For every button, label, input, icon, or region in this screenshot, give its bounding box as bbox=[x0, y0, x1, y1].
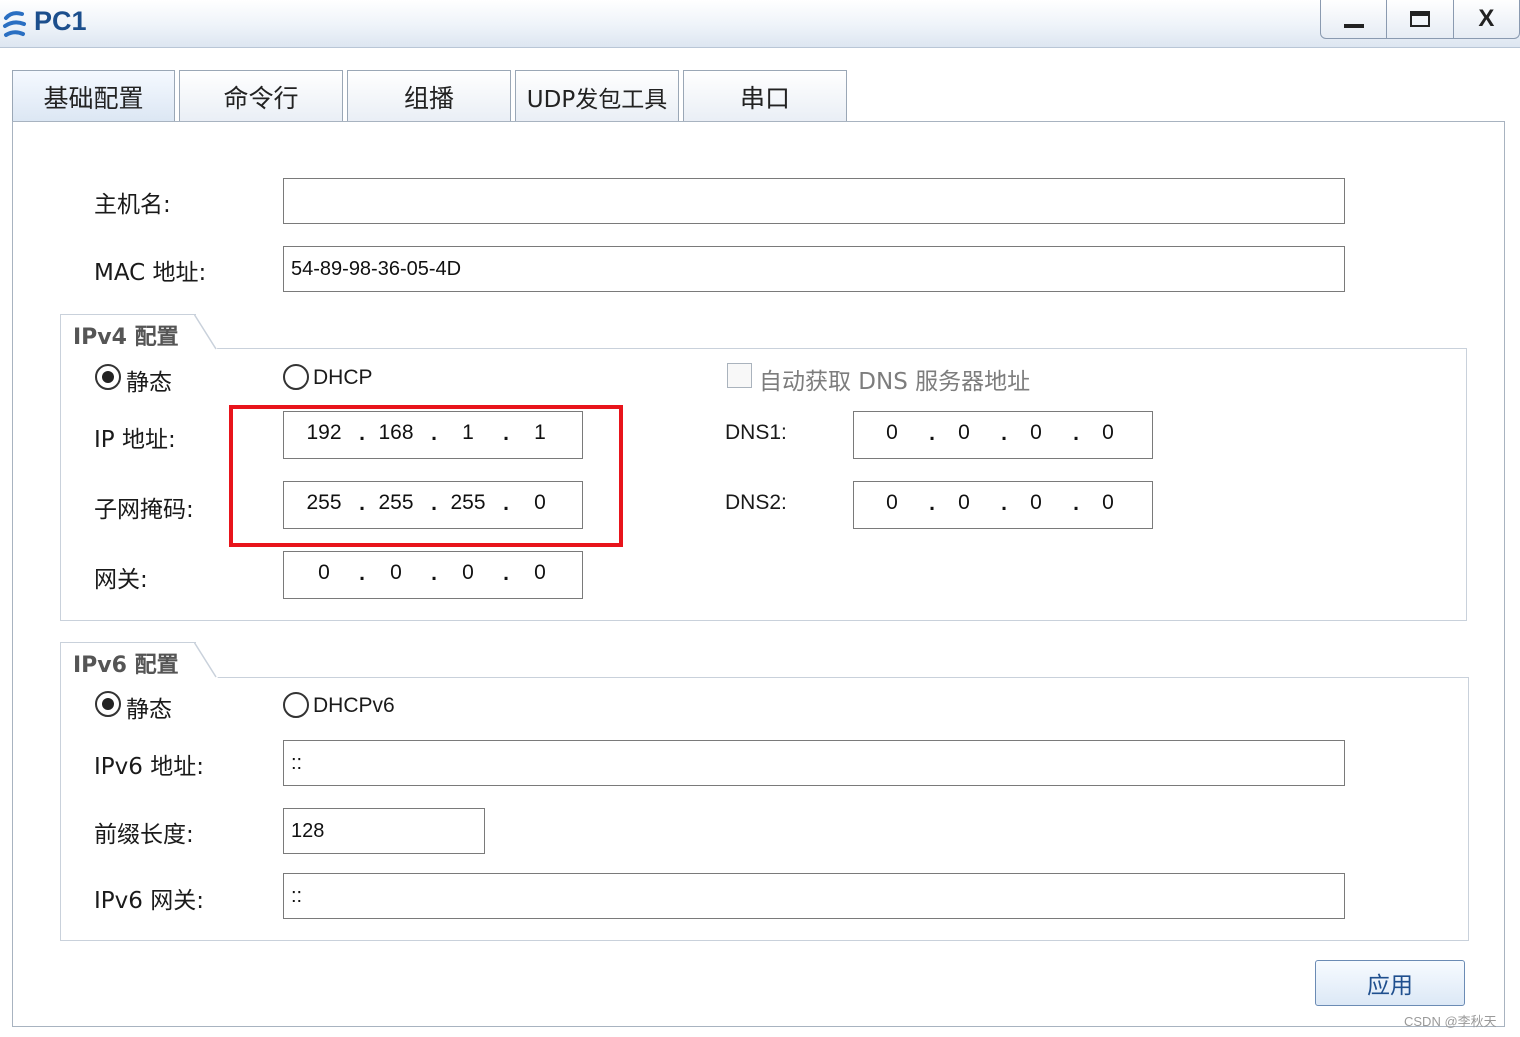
maximize-icon bbox=[1409, 10, 1430, 27]
ipv6-dhcp-label: DHCPv6 bbox=[313, 694, 395, 717]
tab-multicast[interactable]: 组播 bbox=[347, 70, 511, 122]
gateway-octet-1: 0 bbox=[318, 561, 330, 584]
gateway-dot: . bbox=[359, 562, 365, 585]
mac-label: MAC 地址: bbox=[94, 260, 207, 286]
auto-dns-checkbox[interactable] bbox=[727, 363, 752, 388]
gateway-octet-2: 0 bbox=[390, 561, 402, 584]
ipv6-group-title: IPv6 配置 bbox=[60, 642, 196, 678]
dns1-input[interactable]: 0 . 0 . 0 . 0 bbox=[853, 411, 1153, 459]
dns1-label: DNS1: bbox=[725, 421, 787, 444]
close-button[interactable]: X bbox=[1454, 0, 1519, 38]
hostname-label: 主机名: bbox=[94, 192, 171, 218]
hostname-input[interactable] bbox=[283, 178, 1345, 224]
highlight-annotation-box bbox=[229, 405, 623, 547]
dns1-octet-4: 0 bbox=[1102, 421, 1114, 444]
close-icon: X bbox=[1478, 4, 1495, 32]
dns1-octet-1: 0 bbox=[886, 421, 898, 444]
ipv4-static-radio[interactable] bbox=[95, 364, 121, 390]
ipv4-static-label: 静态 bbox=[126, 370, 172, 396]
maximize-button[interactable] bbox=[1387, 0, 1454, 38]
dns2-octet-1: 0 bbox=[886, 491, 898, 514]
title-bar: PC1 X bbox=[0, 0, 1520, 48]
dns1-octet-3: 0 bbox=[1030, 421, 1042, 444]
prefix-length-label: 前缀长度: bbox=[94, 822, 194, 848]
dns2-octet-3: 0 bbox=[1030, 491, 1042, 514]
gateway-octet-3: 0 bbox=[462, 561, 474, 584]
ipv6-static-radio[interactable] bbox=[95, 691, 121, 717]
ipv6-group-tab-edge bbox=[194, 642, 218, 678]
ipv4-dhcp-radio[interactable] bbox=[283, 364, 309, 390]
ipv6-gateway-input[interactable]: :: bbox=[283, 873, 1345, 919]
ipv4-dhcp-label: DHCP bbox=[313, 366, 373, 389]
tab-udp-tool[interactable]: UDP发包工具 bbox=[515, 70, 679, 122]
ipv6-dhcp-radio[interactable] bbox=[283, 692, 309, 718]
dns2-octet-2: 0 bbox=[958, 491, 970, 514]
dns2-label: DNS2: bbox=[725, 491, 787, 514]
watermark: CSDN @李秋天 bbox=[1404, 1014, 1497, 1029]
mac-input[interactable]: 54-89-98-36-05-4D bbox=[283, 246, 1345, 292]
tab-serial[interactable]: 串口 bbox=[683, 70, 847, 122]
dns1-octet-2: 0 bbox=[958, 421, 970, 444]
pc-app-icon bbox=[3, 11, 26, 37]
gateway-dot: . bbox=[431, 562, 437, 585]
ipv6-gateway-label: IPv6 网关: bbox=[94, 888, 204, 914]
gateway-octet-4: 0 bbox=[534, 561, 546, 584]
ipv6-address-input[interactable]: :: bbox=[283, 740, 1345, 786]
gateway-input[interactable]: 0 . 0 . 0 . 0 bbox=[283, 551, 583, 599]
ipv4-group-tab-edge bbox=[194, 314, 218, 350]
tab-command-line[interactable]: 命令行 bbox=[179, 70, 343, 122]
tab-basic-config[interactable]: 基础配置 bbox=[12, 70, 175, 123]
minimize-button[interactable] bbox=[1321, 0, 1388, 38]
prefix-length-input[interactable]: 128 bbox=[283, 808, 485, 854]
ipv6-address-label: IPv6 地址: bbox=[94, 754, 204, 780]
ip-address-label: IP 地址: bbox=[94, 427, 176, 453]
ipv4-group-title: IPv4 配置 bbox=[60, 314, 196, 350]
apply-button[interactable]: 应用 bbox=[1315, 960, 1465, 1006]
subnet-mask-label: 子网掩码: bbox=[94, 497, 194, 523]
gateway-label: 网关: bbox=[94, 567, 148, 593]
minimize-icon bbox=[1343, 23, 1364, 28]
window-title: PC1 bbox=[34, 6, 87, 36]
dns2-input[interactable]: 0 . 0 . 0 . 0 bbox=[853, 481, 1153, 529]
dns2-octet-4: 0 bbox=[1102, 491, 1114, 514]
gateway-dot: . bbox=[503, 562, 509, 585]
auto-dns-label: 自动获取 DNS 服务器地址 bbox=[759, 369, 1031, 395]
window-controls: X bbox=[1320, 0, 1520, 39]
ipv6-static-label: 静态 bbox=[126, 697, 172, 723]
